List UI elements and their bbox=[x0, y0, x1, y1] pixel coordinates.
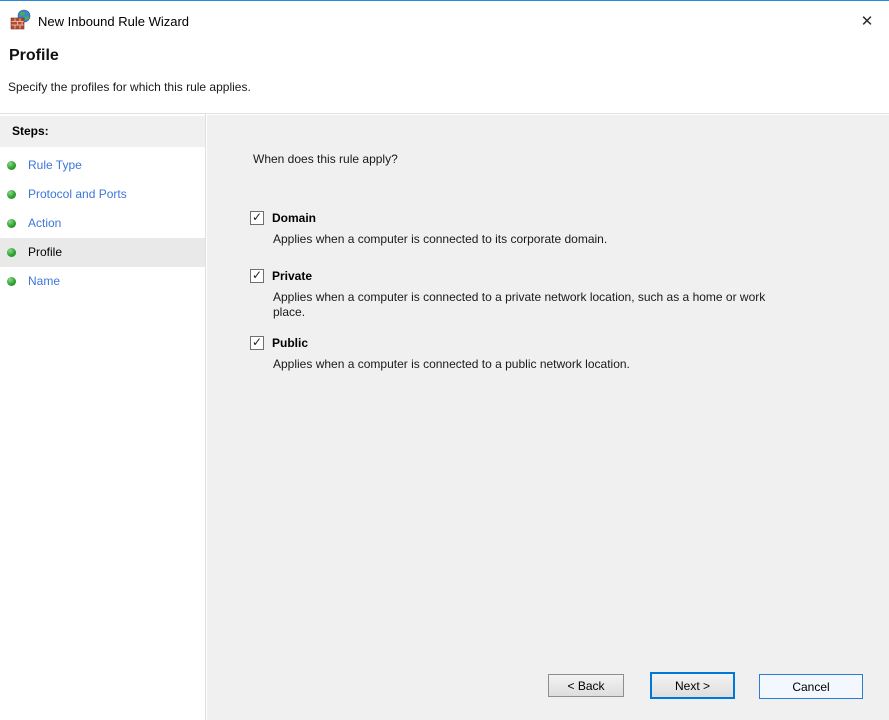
step-label: Name bbox=[28, 274, 61, 288]
sidebar-item-action[interactable]: Action bbox=[0, 209, 205, 238]
domain-checkbox[interactable] bbox=[250, 211, 264, 225]
wizard-window: New Inbound Rule Wizard ✕ Profile Specif… bbox=[0, 0, 889, 720]
firewall-icon bbox=[10, 9, 32, 31]
step-label: Protocol and Ports bbox=[28, 187, 127, 201]
step-bullet-icon bbox=[7, 248, 16, 257]
private-checkbox[interactable] bbox=[250, 269, 264, 283]
window-title: New Inbound Rule Wizard bbox=[38, 14, 190, 29]
title-bar: New Inbound Rule Wizard ✕ bbox=[0, 2, 889, 41]
step-bullet-icon bbox=[7, 190, 16, 199]
step-label: Action bbox=[28, 216, 62, 230]
steps-heading: Steps: bbox=[0, 116, 205, 147]
step-label: Profile bbox=[28, 245, 63, 259]
question-text: When does this rule apply? bbox=[253, 152, 398, 166]
page-subtitle: Specify the profiles for which this rule… bbox=[8, 80, 251, 94]
close-button[interactable]: ✕ bbox=[853, 8, 881, 34]
step-bullet-icon bbox=[7, 277, 16, 286]
profile-option-private: Private Applies when a computer is conne… bbox=[250, 269, 793, 320]
steps-list: Rule Type Protocol and Ports Action Prof… bbox=[0, 151, 205, 296]
step-bullet-icon bbox=[7, 219, 16, 228]
step-label: Rule Type bbox=[28, 158, 82, 172]
public-checkbox[interactable] bbox=[250, 336, 264, 350]
public-checkbox-label[interactable]: Public bbox=[272, 336, 308, 350]
page-title: Profile bbox=[9, 47, 59, 64]
domain-description: Applies when a computer is connected to … bbox=[273, 232, 608, 246]
steps-sidebar: Steps: Rule Type Protocol and Ports Acti… bbox=[0, 114, 206, 720]
sidebar-item-name[interactable]: Name bbox=[0, 267, 205, 296]
profile-option-public: Public Applies when a computer is connec… bbox=[250, 336, 630, 372]
sidebar-item-profile[interactable]: Profile bbox=[0, 238, 205, 267]
cancel-button[interactable]: Cancel bbox=[759, 674, 863, 699]
private-description: Applies when a computer is connected to … bbox=[273, 290, 766, 319]
step-bullet-icon bbox=[7, 161, 16, 170]
domain-checkbox-label[interactable]: Domain bbox=[272, 211, 316, 225]
public-description: Applies when a computer is connected to … bbox=[273, 357, 630, 371]
next-button[interactable]: Next > bbox=[650, 672, 735, 699]
main-pane: When does this rule apply? Domain Applie… bbox=[207, 114, 889, 720]
profile-option-domain: Domain Applies when a computer is connec… bbox=[250, 211, 607, 247]
sidebar-item-protocol-and-ports[interactable]: Protocol and Ports bbox=[0, 180, 205, 209]
private-checkbox-label[interactable]: Private bbox=[272, 269, 312, 283]
back-button[interactable]: < Back bbox=[548, 674, 624, 697]
sidebar-item-rule-type[interactable]: Rule Type bbox=[0, 151, 205, 180]
